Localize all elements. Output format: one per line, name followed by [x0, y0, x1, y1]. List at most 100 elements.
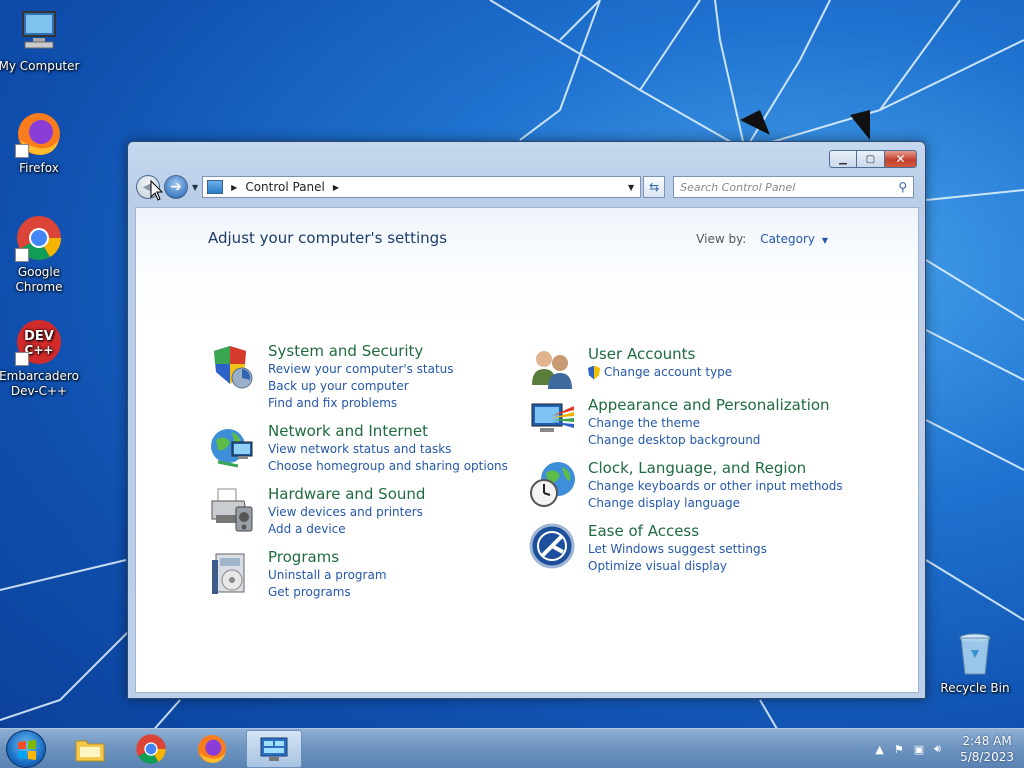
display-palette-icon	[528, 396, 578, 446]
windows-logo-icon	[18, 740, 36, 760]
clock-globe-icon	[528, 459, 578, 509]
arrow-right-icon: ➔	[170, 179, 182, 195]
volume-icon[interactable]: 🔊︎	[934, 742, 941, 756]
category-title[interactable]: Programs	[268, 548, 387, 567]
category-link[interactable]: Change the theme	[588, 415, 830, 432]
category-link[interactable]: Get programs	[268, 584, 387, 601]
uac-shield-icon	[588, 365, 600, 380]
desktop-icon-my-computer[interactable]: My Computer	[0, 8, 81, 74]
category-link[interactable]: View devices and printers	[268, 504, 425, 521]
page-title: Adjust your computer's settings	[208, 229, 448, 247]
forward-button[interactable]: ➔	[164, 175, 188, 199]
category-link[interactable]: View network status and tasks	[268, 441, 508, 458]
category-link[interactable]: Change display language	[588, 495, 843, 512]
shortcut-arrow-icon	[15, 144, 29, 158]
desktop-icon-label: Firefox	[19, 161, 59, 175]
clock-date: 5/8/2023	[960, 750, 1014, 764]
desktop-icon-chrome[interactable]: Google Chrome	[0, 214, 81, 295]
chrome-icon	[136, 734, 166, 764]
refresh-icon: ⇆	[649, 180, 660, 194]
category-title[interactable]: User Accounts	[588, 345, 732, 364]
view-by-label: View by:	[696, 232, 747, 246]
users-icon	[528, 345, 578, 395]
category-title[interactable]: Clock, Language, and Region	[588, 459, 843, 478]
category-link[interactable]: Change keyboards or other input methods	[588, 478, 843, 495]
network-icon[interactable]: ▣	[914, 743, 924, 756]
taskbar: ▲ ⚑ ▣ 🔊︎ 2:48 AM 5/8/2023	[0, 728, 1024, 768]
recent-pages-dropdown[interactable]: ▼	[192, 183, 198, 192]
category-link[interactable]: Let Windows suggest settings	[588, 541, 767, 558]
category-title[interactable]: Hardware and Sound	[268, 485, 425, 504]
category-hardware-sound: Hardware and Sound View devices and prin…	[208, 485, 425, 538]
taskbar-chrome[interactable]	[123, 730, 179, 768]
breadcrumb-chevron-icon[interactable]: ▶	[333, 183, 339, 192]
taskbar-firefox[interactable]	[184, 730, 240, 768]
desktop-icon-recycle-bin[interactable]: Recycle Bin	[933, 630, 1017, 696]
clock-time: 2:48 AM	[962, 734, 1012, 748]
category-link[interactable]: Add a device	[268, 521, 425, 538]
firefox-icon	[198, 735, 226, 763]
view-by-dropdown[interactable]: Category	[760, 232, 815, 246]
navigation-bar: ◀ ➔ ▼ ▶ Control Panel ▶ ▼ ⇆ Search Contr…	[136, 175, 917, 199]
chevron-down-icon[interactable]: ▼	[822, 236, 828, 245]
desktop-icon-label: Recycle Bin	[940, 681, 1010, 695]
devcpp-icon: DEV C++	[15, 318, 63, 366]
minimize-button[interactable]: ▁	[829, 150, 857, 168]
category-link[interactable]: Choose homegroup and sharing options	[268, 458, 508, 475]
show-hidden-icons-button[interactable]: ▲	[875, 743, 883, 756]
maximize-button[interactable]: ▢	[857, 150, 885, 168]
start-button[interactable]	[6, 730, 46, 768]
desktop-icon-label: My Computer	[0, 59, 80, 73]
search-icon[interactable]: ⚲	[898, 180, 907, 194]
mouse-cursor-icon	[150, 180, 164, 201]
search-placeholder: Search Control Panel	[680, 180, 796, 194]
category-ease-of-access: Ease of Access Let Windows suggest setti…	[528, 522, 767, 575]
folder-icon	[75, 740, 105, 762]
category-link[interactable]: Back up your computer	[268, 378, 454, 395]
caption-buttons: ▁ ▢ ✕	[829, 150, 917, 168]
desktop-icon-devcpp[interactable]: DEV C++ Embarcadero Dev-C++	[0, 318, 81, 399]
category-appearance: Appearance and Personalization Change th…	[528, 396, 830, 449]
firefox-icon	[15, 110, 63, 158]
shortcut-arrow-icon	[15, 248, 29, 262]
control-panel-icon	[260, 737, 288, 761]
recycle-bin-icon	[951, 630, 999, 678]
category-system-security: System and Security Review your computer…	[208, 342, 454, 412]
category-link[interactable]: Review your computer's status	[268, 361, 454, 378]
close-icon: ✕	[895, 152, 906, 166]
programs-icon	[208, 548, 258, 598]
restore-icon: ▢	[865, 153, 876, 165]
chrome-icon	[15, 214, 63, 262]
desktop-icon-firefox[interactable]: Firefox	[0, 110, 81, 176]
category-clock-language: Clock, Language, and Region Change keybo…	[528, 459, 843, 512]
system-tray: ▲ ⚑ ▣ 🔊︎ 2:48 AM 5/8/2023	[870, 729, 1014, 768]
address-bar[interactable]: ▶ Control Panel ▶ ▼	[202, 176, 642, 198]
category-title[interactable]: System and Security	[268, 342, 454, 361]
shield-icon	[208, 342, 258, 392]
breadcrumb-chevron-icon[interactable]: ▶	[231, 183, 237, 192]
category-link[interactable]: Find and fix problems	[268, 395, 454, 412]
close-button[interactable]: ✕	[885, 150, 917, 168]
desktop-icon-label: Google Chrome	[15, 265, 63, 294]
category-title[interactable]: Appearance and Personalization	[588, 396, 830, 415]
view-by: View by: Category ▼	[696, 232, 828, 246]
category-link[interactable]: Optimize visual display	[588, 558, 767, 575]
ease-of-access-icon	[528, 522, 578, 572]
svg-text:DEV: DEV	[24, 329, 54, 344]
category-link[interactable]: Uninstall a program	[268, 567, 387, 584]
breadcrumb-control-panel[interactable]: Control Panel	[245, 180, 325, 194]
category-title[interactable]: Network and Internet	[268, 422, 508, 441]
category-link[interactable]: Change account type	[588, 364, 732, 381]
category-user-accounts: User Accounts Change account type	[528, 345, 732, 395]
category-link-text[interactable]: Change account type	[604, 364, 732, 381]
category-title[interactable]: Ease of Access	[588, 522, 767, 541]
category-link[interactable]: Change desktop background	[588, 432, 830, 449]
refresh-button[interactable]: ⇆	[643, 176, 666, 198]
taskbar-explorer[interactable]	[62, 730, 118, 768]
clock[interactable]: 2:48 AM 5/8/2023	[960, 733, 1014, 765]
taskbar-control-panel[interactable]	[246, 730, 302, 768]
action-center-flag-icon[interactable]: ⚑	[894, 743, 904, 756]
search-input[interactable]: Search Control Panel ⚲	[673, 176, 915, 198]
desktop-icon-label: Embarcadero Dev-C++	[0, 369, 79, 398]
address-dropdown-icon[interactable]: ▼	[628, 183, 634, 192]
